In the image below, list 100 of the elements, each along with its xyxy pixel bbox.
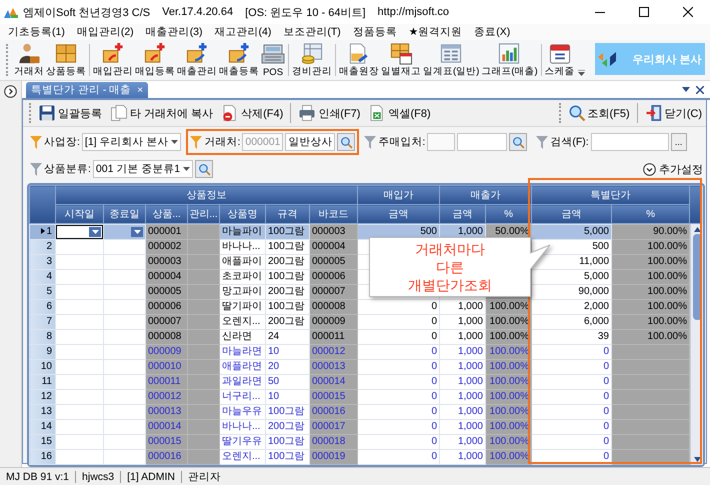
table-cell: 200그람 xyxy=(266,420,310,434)
table-cell: 000015 xyxy=(310,390,358,404)
search-button[interactable] xyxy=(195,160,214,178)
toolbar-button[interactable]: POS xyxy=(260,40,286,80)
row-header[interactable]: 3 xyxy=(30,254,56,270)
row-header[interactable]: 4 xyxy=(30,270,56,284)
menu-item[interactable]: 매출관리(3) xyxy=(140,25,209,39)
scroll-up-icon[interactable] xyxy=(694,227,700,232)
row-header[interactable]: 8 xyxy=(30,330,56,344)
table-cell: 000012 xyxy=(146,390,188,404)
table-cell: 1,000 xyxy=(440,434,486,450)
chevron-right-icon[interactable] xyxy=(4,85,17,98)
menu-item[interactable]: 재고관리(4) xyxy=(208,25,278,39)
search-icon xyxy=(568,104,586,122)
menu-item[interactable]: ★원격지원 xyxy=(402,25,468,39)
table-cell: 5,000 xyxy=(532,224,612,240)
table-cell: 100.00% xyxy=(612,284,690,300)
select-field[interactable]: 001 기본 중분류1 xyxy=(92,160,194,178)
table-cell: 000006 xyxy=(146,300,188,314)
row-pointer-icon xyxy=(41,228,46,234)
table-cell: 1,000 xyxy=(440,330,486,344)
toolbar-button[interactable]: 그래프(매출) xyxy=(480,40,539,80)
toolbar-button[interactable]: 매출원장 xyxy=(338,40,380,80)
row-header[interactable]: 5 xyxy=(30,284,56,300)
row-header[interactable]: 14 xyxy=(30,420,56,434)
toolbar-button[interactable]: 매출등록 xyxy=(218,40,260,80)
coins-icon xyxy=(300,42,324,65)
search-button[interactable] xyxy=(509,133,528,151)
table-cell: 0 xyxy=(358,374,440,390)
table-cell: 100그람 xyxy=(266,300,310,314)
row-header[interactable]: 12 xyxy=(30,390,56,404)
scroll-down-icon[interactable] xyxy=(694,457,700,462)
menu-item[interactable]: 종료(X) xyxy=(468,25,516,39)
menu-item[interactable]: 보조관리(T) xyxy=(277,25,347,39)
row-header[interactable]: 9 xyxy=(30,344,56,360)
toolbar-button[interactable]: 매출관리 xyxy=(176,40,218,80)
table-cell: 100그람 xyxy=(266,404,310,420)
row-header[interactable]: 15 xyxy=(30,434,56,450)
name-field[interactable] xyxy=(457,133,508,151)
search-button[interactable] xyxy=(337,133,356,151)
menu-item[interactable]: 정품등록 xyxy=(346,25,403,39)
toolbar-button[interactable]: 스케줄 xyxy=(544,40,576,80)
table-cell: 1,000 xyxy=(440,374,486,390)
toolbar-button[interactable]: 매입관리 xyxy=(92,40,134,80)
table-cell: 바나나... xyxy=(220,420,266,434)
toolbar-button[interactable]: 일괄등록 xyxy=(34,104,106,122)
table-cell: 000001 xyxy=(146,224,188,240)
corner-header xyxy=(30,186,56,224)
table-cell: 마늘파이 xyxy=(220,224,266,240)
toolbar-button[interactable]: 조회(F5) xyxy=(564,104,634,122)
date-dropdown[interactable] xyxy=(56,226,102,238)
table-cell: 39 xyxy=(532,330,612,344)
code-field[interactable] xyxy=(427,133,456,151)
name-field[interactable]: 일반상사 xyxy=(285,133,336,151)
toolbar-button[interactable]: 상품등록 xyxy=(45,40,87,80)
table-cell: 과일라면 xyxy=(220,374,266,390)
column-header: 종료일 xyxy=(104,204,146,224)
toolbar-button[interactable]: 일별재고 xyxy=(380,40,422,80)
table-cell: 100.00% xyxy=(612,240,690,254)
dropdown-icon[interactable] xyxy=(682,87,690,92)
row-header[interactable]: 16 xyxy=(30,450,56,464)
close-icon[interactable] xyxy=(696,86,704,94)
column-header: 시작일 xyxy=(56,204,104,224)
table-cell: 000002 xyxy=(146,240,188,254)
menu-item[interactable]: 기초등록(1) xyxy=(2,25,71,39)
table-cell: 000017 xyxy=(310,420,358,434)
table-cell: 000007 xyxy=(146,314,188,330)
row-header[interactable]: 13 xyxy=(30,404,56,420)
row-header[interactable]: 6 xyxy=(30,300,56,314)
table-cell: 초코파이 xyxy=(220,270,266,284)
row-header[interactable]: 10 xyxy=(30,360,56,374)
overflow-icon[interactable] xyxy=(578,70,585,76)
table-cell: 10 xyxy=(266,344,310,360)
caret-icon xyxy=(92,230,98,234)
table-cell: 000008 xyxy=(310,300,358,314)
table-cell: 000012 xyxy=(310,344,358,360)
document-tab[interactable]: 특별단가 관리 - 매출 × xyxy=(26,82,148,98)
table-cell: 000018 xyxy=(310,434,358,450)
table-cell: 100그람 xyxy=(266,224,310,240)
toolbar-button[interactable]: 엑셀(F8) xyxy=(364,104,435,122)
toolbar-button[interactable]: 인쇄(F7) xyxy=(294,104,364,122)
table-cell: 000011 xyxy=(146,374,188,390)
row-header[interactable]: 11 xyxy=(30,374,56,390)
row-header[interactable]: 1 xyxy=(30,224,56,240)
toolbar-button[interactable]: 타 거래처에 복사 xyxy=(106,104,218,122)
toolbar-button[interactable]: 경비관리 xyxy=(291,40,333,80)
more-settings-button[interactable]: 추가설정 xyxy=(643,162,703,176)
menu-item[interactable]: 매입관리(2) xyxy=(70,25,140,39)
row-header[interactable]: 7 xyxy=(30,314,56,330)
browse-button[interactable]: ... xyxy=(670,133,687,151)
toolbar-button[interactable]: 삭제(F4) xyxy=(217,104,288,122)
table-cell: 0 xyxy=(358,390,440,404)
select-field[interactable]: [1] 우리회사 본사 xyxy=(82,133,182,151)
search-field[interactable] xyxy=(590,133,669,151)
row-header[interactable]: 2 xyxy=(30,240,56,254)
toolbar-button[interactable]: 일계표(일반) xyxy=(422,40,480,80)
toolbar-button[interactable]: 매입등록 xyxy=(134,40,176,80)
toolbar-button[interactable]: 거래처 xyxy=(13,40,45,80)
toolbar-button[interactable]: 닫기(C) xyxy=(640,104,706,122)
table-cell: 100그람 xyxy=(266,270,310,284)
